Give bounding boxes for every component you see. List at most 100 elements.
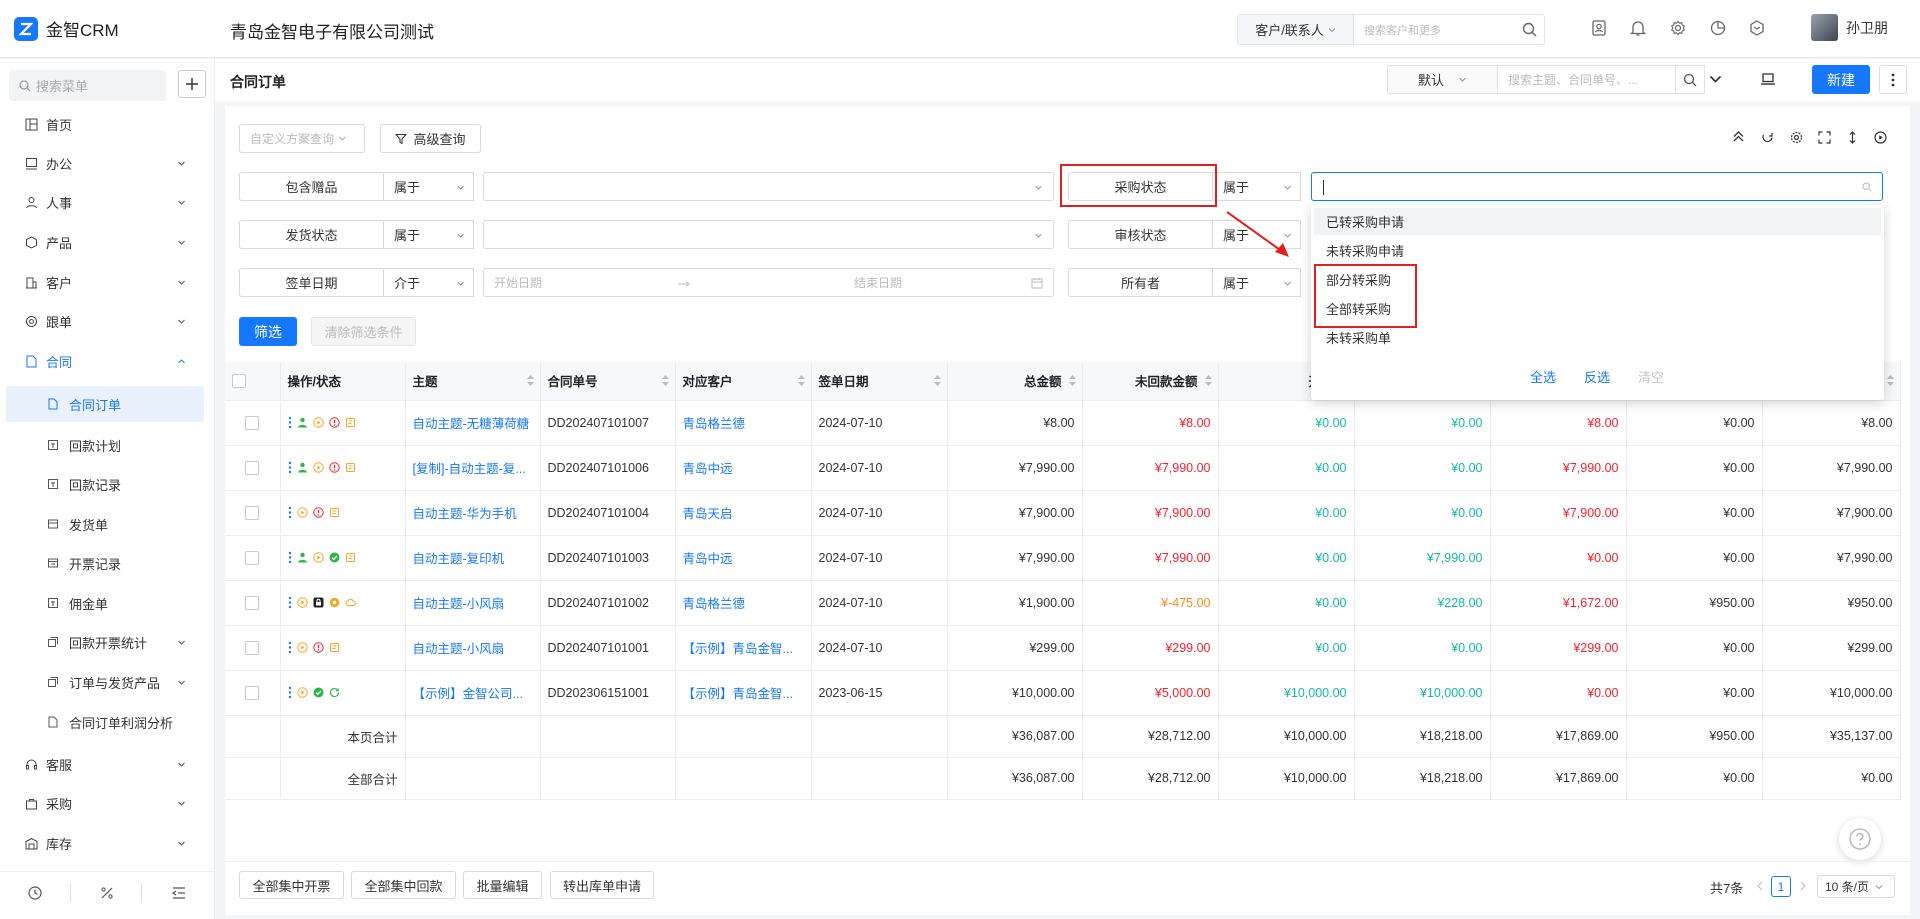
sidebar-item-office[interactable]: 办公 [0, 145, 215, 181]
note-status-icon[interactable] [345, 552, 356, 563]
filter-op-sign-date[interactable]: 介于 [384, 268, 474, 297]
row-checkbox[interactable] [245, 415, 260, 430]
col-order-no[interactable]: 合同单号 [540, 362, 676, 401]
row-more-icon[interactable] [288, 641, 292, 654]
more-options-button[interactable] [1879, 65, 1907, 94]
sidebar-subitem-payment-record[interactable]: 回款记录 [0, 466, 215, 502]
batch-payment-button[interactable]: 全部集中回款 [351, 871, 456, 899]
subject-link[interactable]: 自动主题-华为手机 [405, 490, 541, 536]
dropdown-option[interactable]: 未转采购单 [1314, 324, 1881, 351]
collapse-menu-icon[interactable] [171, 885, 187, 901]
sidebar-item-service[interactable]: 客服 [0, 746, 215, 782]
sidebar-item-purchase[interactable]: 采购 [0, 785, 215, 821]
col-unpaid[interactable]: 未回款金额 [1082, 362, 1219, 401]
sidebar-subitem-commission[interactable]: 佣金单 [0, 585, 215, 621]
app-logo[interactable]: 金智CRM [14, 16, 119, 41]
row-more-icon[interactable] [288, 416, 292, 429]
play-status-icon[interactable] [296, 507, 308, 518]
refresh-icon[interactable] [1761, 131, 1774, 144]
col-total[interactable]: 总金额 [947, 362, 1083, 401]
play-status-icon[interactable] [312, 552, 324, 563]
subject-link[interactable]: 自动主题-小风扇 [405, 580, 541, 626]
table-row[interactable]: 【示例】金智公司... DD202306151001 【示例】青岛金智... 2023… [225, 670, 1901, 716]
row-checkbox[interactable] [245, 460, 260, 475]
customer-link[interactable]: 青岛中远 [675, 445, 812, 491]
table-row[interactable]: 自动主题-复印机 DD202407101003 青岛中远 2024-07-10 ¥7,9… [225, 535, 1901, 581]
row-more-icon[interactable] [288, 461, 292, 474]
sidebar-item-followup[interactable]: 跟单 [0, 303, 215, 339]
collapse-up-icon[interactable] [1732, 130, 1745, 143]
customer-link[interactable]: 【示例】青岛金智... [675, 670, 812, 716]
row-more-icon[interactable] [288, 551, 292, 564]
next-page-icon[interactable] [1799, 881, 1807, 891]
gear-icon[interactable] [1669, 19, 1687, 37]
clear-filter-button[interactable]: 清除筛选条件 [311, 317, 416, 346]
customer-link[interactable]: 青岛格兰德 [675, 400, 812, 446]
advanced-query-button[interactable]: 高级查询 [380, 124, 481, 153]
dropdown-option[interactable]: 已转采购申请 [1314, 208, 1881, 235]
filter-value-delivery-status[interactable] [483, 220, 1054, 249]
play-icon[interactable] [1874, 131, 1887, 144]
table-row[interactable]: 自动主题-无糖薄荷糖 DD202407101007 青岛格兰德 2024-07-10 ¥… [225, 400, 1901, 446]
table-row[interactable]: 自动主题-华为手机 DD202407101004 青岛天启 2024-07-10 ¥7,… [225, 490, 1901, 536]
expand-search-icon[interactable] [1709, 74, 1722, 84]
check-status-icon[interactable] [329, 552, 340, 563]
clear-selection-link[interactable]: 清空 [1638, 367, 1664, 386]
customer-link[interactable]: 青岛天启 [675, 490, 812, 536]
sidebar-subitem-order-delivery-products[interactable]: 订单与发货产品 [0, 664, 215, 700]
prev-page-icon[interactable] [1756, 881, 1764, 891]
alert-status-icon[interactable] [328, 462, 340, 473]
lock-status-icon[interactable] [313, 597, 324, 608]
sidebar-subitem-delivery[interactable]: 发货单 [0, 506, 215, 542]
row-more-icon[interactable] [288, 596, 292, 609]
table-row[interactable]: 自动主题-小风扇 DD202407101001 【示例】青岛金智... 2024-07… [225, 625, 1901, 671]
help-button[interactable] [1839, 818, 1881, 860]
sidebar-item-contract[interactable]: 合同 [0, 343, 215, 379]
row-checkbox[interactable] [245, 595, 260, 610]
sidebar-item-customer[interactable]: 客户 [0, 264, 215, 300]
bell-icon[interactable] [1629, 19, 1647, 37]
sidebar-subitem-payment-plan[interactable]: 回款计划 [0, 427, 215, 463]
filter-field-gift[interactable]: 包含赠品 [239, 172, 384, 201]
filter-field-delivery-status[interactable]: 发货状态 [239, 220, 384, 249]
subject-link[interactable]: 【示例】金智公司... [405, 670, 541, 716]
sidebar-subitem-invoice[interactable]: 开票记录 [0, 545, 215, 581]
customer-link[interactable]: 青岛格兰德 [675, 580, 812, 626]
note-status-icon[interactable] [329, 507, 340, 518]
play-status-icon[interactable] [312, 462, 324, 473]
alert-status-icon[interactable] [328, 417, 340, 428]
person-status-icon[interactable] [297, 462, 308, 473]
percent-icon[interactable] [99, 885, 115, 901]
col-sign-date[interactable]: 签单日期 [811, 362, 948, 401]
filter-value-gift[interactable] [483, 172, 1054, 201]
check-status-icon[interactable] [313, 687, 324, 698]
note-status-icon[interactable] [345, 417, 356, 428]
play-status-icon[interactable] [296, 687, 308, 698]
table-row[interactable]: [复制]-自动主题-复... DD202407101006 青岛中远 2024-07-… [225, 445, 1901, 491]
note-status-icon[interactable] [345, 462, 356, 473]
batch-invoice-button[interactable]: 全部集中开票 [239, 871, 344, 899]
quick-search-button[interactable] [1675, 65, 1705, 94]
filter-op-delivery-status[interactable]: 属于 [384, 220, 474, 249]
sidebar-item-home[interactable]: 首页 [0, 106, 215, 142]
settings-icon[interactable] [1790, 131, 1803, 144]
pie-chart-icon[interactable] [1709, 19, 1727, 37]
search-scope-select[interactable]: 客户/联系人 [1238, 15, 1354, 44]
contacts-icon[interactable] [1590, 19, 1608, 37]
invert-selection-link[interactable]: 反选 [1584, 367, 1610, 386]
subject-link[interactable]: [复制]-自动主题-复... [405, 445, 541, 491]
select-all-checkbox[interactable] [232, 374, 246, 389]
new-button[interactable]: 新建 [1812, 65, 1870, 94]
gear-status-icon[interactable] [329, 597, 340, 608]
sidebar-subitem-payment-invoice-stats[interactable]: 回款开票统计 [0, 624, 215, 660]
scheme-select[interactable]: 自定义方案查询 [239, 124, 365, 153]
sidebar-item-product[interactable]: 产品 [0, 224, 215, 260]
page-number[interactable]: 1 [1771, 876, 1791, 897]
cloud-status-icon[interactable] [345, 597, 356, 608]
laptop-icon[interactable] [1760, 72, 1776, 86]
dropdown-option[interactable]: 未转采购申请 [1314, 237, 1881, 264]
filter-field-sign-date[interactable]: 签单日期 [239, 268, 384, 297]
subject-link[interactable]: 自动主题-无糖薄荷糖 [405, 400, 541, 446]
alert-status-icon[interactable] [312, 642, 324, 653]
date-range-picker[interactable]: 开始日期 结束日期 [483, 268, 1054, 297]
